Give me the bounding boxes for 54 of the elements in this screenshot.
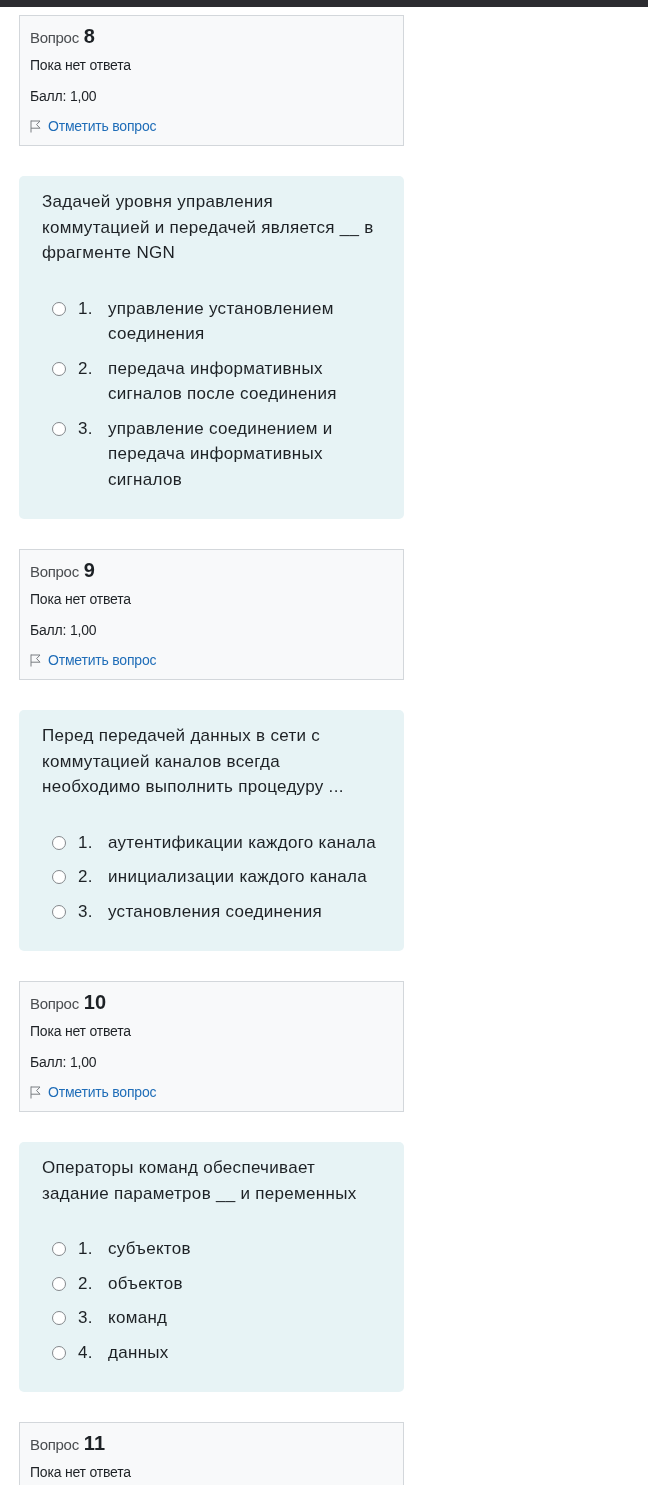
radio-button[interactable] bbox=[52, 1276, 66, 1291]
option-number: 3. bbox=[78, 1307, 94, 1329]
flag-question-link[interactable]: Отметить вопрос bbox=[30, 116, 157, 136]
option-number: 2. bbox=[78, 866, 94, 888]
flag-icon bbox=[30, 653, 41, 667]
question-label: Вопрос bbox=[30, 1435, 79, 1455]
grade-text: Балл: 1,00 bbox=[30, 1053, 98, 1072]
option-number: 1. bbox=[78, 297, 94, 320]
radio-button[interactable] bbox=[52, 835, 66, 850]
option-number: 2. bbox=[78, 1272, 94, 1295]
question-text: Операторы команд обеспечивает задание параметров __ и переменных bbox=[42, 1157, 358, 1205]
option-text[interactable]: аутентификации каждого канала bbox=[108, 829, 381, 855]
grade-text: Балл: 1,00 bbox=[30, 621, 98, 640]
radio-button[interactable] bbox=[52, 1311, 66, 1325]
question-number: 9 bbox=[83, 558, 95, 582]
question-label: Вопрос bbox=[30, 562, 79, 582]
radio-button[interactable] bbox=[52, 421, 66, 436]
grade-text: Балл: 1,00 bbox=[30, 87, 98, 106]
radio-button[interactable] bbox=[52, 301, 66, 316]
option-text[interactable]: установления соединения bbox=[108, 898, 381, 924]
question-number: 10 bbox=[83, 990, 107, 1014]
radio-button[interactable] bbox=[52, 870, 66, 884]
option-text[interactable]: передача информативных сигналов после соединения bbox=[108, 355, 381, 407]
option-text[interactable]: команд bbox=[108, 1305, 381, 1331]
status-text: Пока нет ответа bbox=[30, 1022, 132, 1041]
option-number: 2. bbox=[78, 357, 94, 380]
question-text: Перед передачей данных в сети с коммутацией каналов всегда необходимо выполнить процедуру ... bbox=[42, 725, 345, 798]
status-text: Пока нет ответа bbox=[30, 1463, 132, 1482]
option-text[interactable]: данных bbox=[108, 1339, 381, 1365]
option-number: 1. bbox=[78, 1238, 94, 1260]
option-number: 4. bbox=[78, 1341, 94, 1364]
flag-icon bbox=[30, 1085, 41, 1099]
option-text[interactable]: управление соединением и передача информативных сигналов bbox=[108, 415, 381, 492]
radio-button[interactable] bbox=[52, 1242, 66, 1256]
option-text[interactable]: объектов bbox=[108, 1270, 381, 1296]
status-text: Пока нет ответа bbox=[30, 590, 132, 609]
question-label: Вопрос bbox=[30, 28, 79, 48]
radio-button[interactable] bbox=[52, 904, 66, 919]
question-text: Задачей уровня управления коммутацией и передачей является __ в фрагменте NGN bbox=[42, 191, 375, 264]
flag-question-link[interactable]: Отметить вопрос bbox=[30, 650, 157, 670]
radio-button[interactable] bbox=[52, 1345, 66, 1360]
status-text: Пока нет ответа bbox=[30, 56, 132, 75]
option-number: 3. bbox=[78, 417, 94, 440]
flag-question-link[interactable]: Отметить вопрос bbox=[30, 1082, 157, 1102]
option-number: 3. bbox=[78, 900, 94, 923]
flag-icon bbox=[30, 119, 41, 133]
question-number: 8 bbox=[83, 24, 95, 48]
option-text[interactable]: инициализации каждого канала bbox=[108, 864, 381, 890]
option-number: 1. bbox=[78, 831, 94, 854]
question-label: Вопрос bbox=[30, 994, 79, 1014]
option-text[interactable]: субъектов bbox=[108, 1236, 381, 1262]
radio-button[interactable] bbox=[52, 361, 66, 376]
question-number: 11 bbox=[83, 1431, 105, 1455]
option-text[interactable]: управление установлением соединения bbox=[108, 295, 381, 347]
